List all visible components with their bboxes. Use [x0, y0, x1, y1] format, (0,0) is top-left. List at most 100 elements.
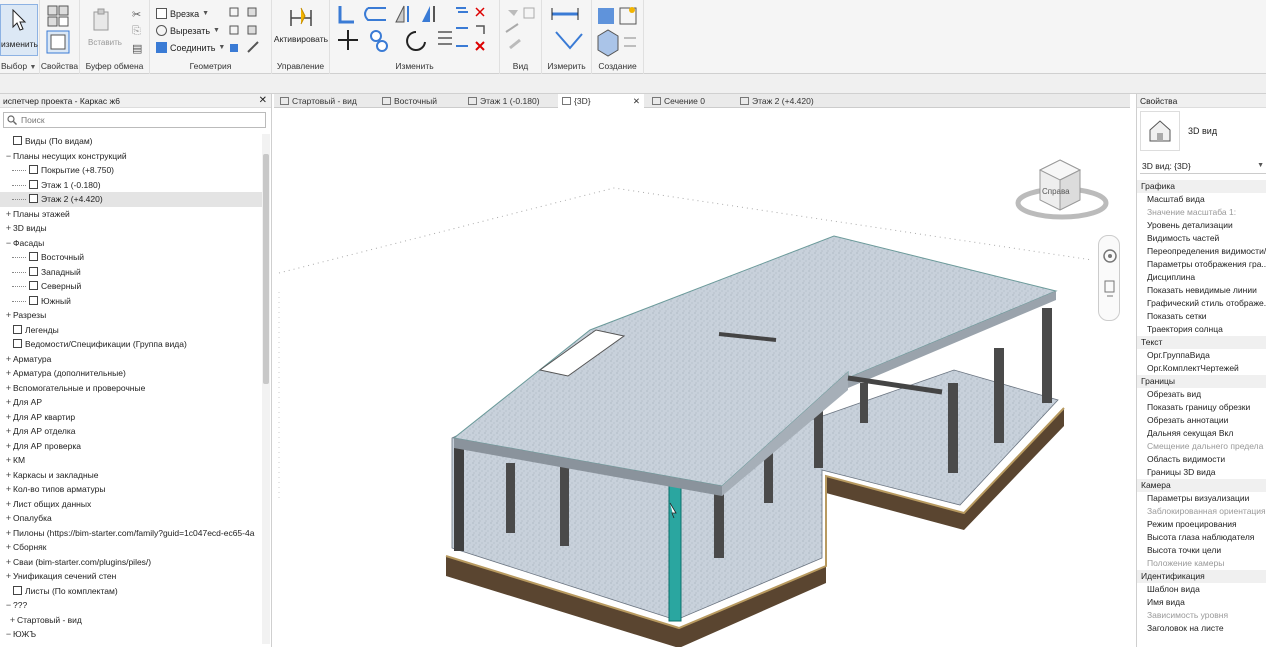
paste-icon[interactable]: [92, 8, 112, 32]
expand-toggle-icon[interactable]: +: [4, 555, 13, 570]
property-row[interactable]: Дисциплина: [1137, 271, 1266, 284]
tree-item[interactable]: + Стартовый - вид: [0, 613, 262, 628]
property-group-header[interactable]: Графика: [1137, 180, 1266, 193]
tree-item[interactable]: + Унификация сечений стен: [0, 569, 262, 584]
tree-item[interactable]: − Планы несущих конструкций: [0, 149, 262, 164]
create-icons[interactable]: [596, 4, 640, 58]
view-tab[interactable]: Этаж 1 (-0.180): [464, 94, 552, 108]
property-row[interactable]: Обрезать вид: [1137, 388, 1266, 401]
tree-item[interactable]: Восточный: [0, 250, 262, 265]
type-properties-icon[interactable]: [46, 30, 70, 54]
property-row[interactable]: Траектория солнца: [1137, 323, 1266, 336]
expand-toggle-icon[interactable]: +: [4, 511, 13, 526]
tree-item[interactable]: Листы (По комплектам): [0, 584, 262, 599]
expand-toggle-icon[interactable]: +: [4, 424, 13, 439]
property-row[interactable]: Высота глаза наблюдателя: [1137, 531, 1266, 544]
view-tab[interactable]: Сечение 0: [648, 94, 730, 108]
expand-toggle-icon[interactable]: +: [4, 482, 13, 497]
navigation-bar[interactable]: [1098, 235, 1120, 321]
property-row[interactable]: Параметры визуализации: [1137, 492, 1266, 505]
view-tab[interactable]: Восточный: [378, 94, 458, 108]
expand-toggle-icon[interactable]: +: [4, 410, 13, 425]
expand-toggle-icon[interactable]: −: [4, 627, 13, 642]
tree-item[interactable]: + Каркасы и закладные: [0, 468, 262, 483]
view-tools-icons[interactable]: [504, 6, 538, 54]
tree-item[interactable]: − ЮЖЪ: [0, 627, 262, 642]
tree-item[interactable]: + Сборняк: [0, 540, 262, 555]
tree-item[interactable]: + Для АР квартир: [0, 410, 262, 425]
tree-item[interactable]: Южный: [0, 294, 262, 309]
tree-item[interactable]: Покрытие (+8.750): [0, 163, 262, 178]
join-button[interactable]: Соединить ▼: [156, 42, 225, 53]
property-row[interactable]: Дальняя секущая Вкл: [1137, 427, 1266, 440]
close-tab-icon[interactable]: ✕: [633, 94, 640, 108]
tree-item[interactable]: + Для АР: [0, 395, 262, 410]
property-row[interactable]: Режим проецирования: [1137, 518, 1266, 531]
tree-item[interactable]: + Для АР отделка: [0, 424, 262, 439]
view-tab[interactable]: {3D} ✕: [558, 94, 644, 108]
expand-toggle-icon[interactable]: +: [4, 207, 13, 222]
property-group-header[interactable]: Идентификация: [1137, 570, 1266, 583]
property-row[interactable]: Орг.КомплектЧертежей: [1137, 362, 1266, 375]
view-tab[interactable]: Стартовый - вид: [276, 94, 372, 108]
property-row[interactable]: Видимость частей: [1137, 232, 1266, 245]
building-model[interactable]: [274, 108, 1130, 647]
property-row[interactable]: Границы 3D вида: [1137, 466, 1266, 479]
tree-item[interactable]: Легенды: [0, 323, 262, 338]
property-row[interactable]: Показать границу обрезки: [1137, 401, 1266, 414]
property-group-header[interactable]: Камера: [1137, 479, 1266, 492]
property-row[interactable]: Заголовок на листе: [1137, 622, 1266, 635]
geometry-tools-icons[interactable]: [228, 6, 268, 56]
expand-toggle-icon[interactable]: +: [4, 569, 13, 584]
expand-toggle-icon[interactable]: +: [4, 497, 13, 512]
expand-toggle-icon[interactable]: +: [4, 468, 13, 483]
tree-item[interactable]: + Для АР проверка: [0, 439, 262, 454]
tree-item[interactable]: Этаж 1 (-0.180): [0, 178, 262, 193]
tree-item[interactable]: −???: [0, 598, 262, 613]
browser-scrollbar[interactable]: [262, 134, 270, 644]
viewcube[interactable]: Справа: [1014, 148, 1114, 223]
tree-item[interactable]: + Арматура (дополнительные): [0, 366, 262, 381]
property-row[interactable]: Орг.ГруппаВида: [1137, 349, 1266, 362]
property-row[interactable]: Уровень детализации: [1137, 219, 1266, 232]
expand-toggle-icon[interactable]: +: [4, 381, 13, 396]
property-row[interactable]: Имя вида: [1137, 596, 1266, 609]
tree-item[interactable]: − Фасады: [0, 236, 262, 251]
tree-item[interactable]: + Сваи (bim-starter.com/plugins/piles/): [0, 555, 262, 570]
expand-toggle-icon[interactable]: +: [4, 540, 13, 555]
expand-toggle-icon[interactable]: −: [4, 149, 13, 164]
tree-item[interactable]: + Арматура: [0, 352, 262, 367]
expand-toggle-icon[interactable]: +: [4, 366, 13, 381]
property-row[interactable]: Графический стиль отображе...: [1137, 297, 1266, 310]
close-icon[interactable]: ✕: [259, 94, 267, 108]
property-row[interactable]: Шаблон вида: [1137, 583, 1266, 596]
property-row[interactable]: Показать невидимые линии: [1137, 284, 1266, 297]
tree-item[interactable]: Ведомости/Спецификации (Группа вида): [0, 337, 262, 352]
tree-item[interactable]: Виды (По видам): [0, 134, 262, 149]
tree-item[interactable]: + Разрезы: [0, 308, 262, 323]
property-row[interactable]: Обрезать аннотации: [1137, 414, 1266, 427]
select-group-label[interactable]: Выбор ▼: [0, 61, 39, 71]
cut-icon[interactable]: ✂: [132, 8, 141, 21]
tree-item[interactable]: Этаж 2 (+4.420): [0, 192, 262, 207]
3d-viewport[interactable]: Справа: [274, 108, 1130, 647]
tree-item[interactable]: + Опалубка: [0, 511, 262, 526]
match-icon[interactable]: ▤: [132, 42, 142, 55]
tree-item[interactable]: + Вспомогательные и проверочные: [0, 381, 262, 396]
properties-icon[interactable]: [46, 4, 70, 28]
copy-icon[interactable]: ⎘: [132, 25, 141, 38]
cut-geometry-button[interactable]: Вырезать ▼: [156, 25, 220, 36]
activate-icon[interactable]: [289, 6, 313, 30]
property-row[interactable]: Область видимости: [1137, 453, 1266, 466]
property-row[interactable]: Переопределения видимости/: [1137, 245, 1266, 258]
property-group-header[interactable]: Текст: [1137, 336, 1266, 349]
scroll-thumb[interactable]: [263, 154, 269, 384]
property-row[interactable]: Высота точки цели: [1137, 544, 1266, 557]
expand-toggle-icon[interactable]: +: [4, 221, 13, 236]
property-row[interactable]: Масштаб вида: [1137, 193, 1266, 206]
property-group-header[interactable]: Границы: [1137, 375, 1266, 388]
modify-tools-icons[interactable]: [336, 4, 496, 56]
expand-toggle-icon[interactable]: +: [4, 453, 13, 468]
tree-item[interactable]: Западный: [0, 265, 262, 280]
navigation-wheel-icon[interactable]: [1099, 236, 1121, 322]
